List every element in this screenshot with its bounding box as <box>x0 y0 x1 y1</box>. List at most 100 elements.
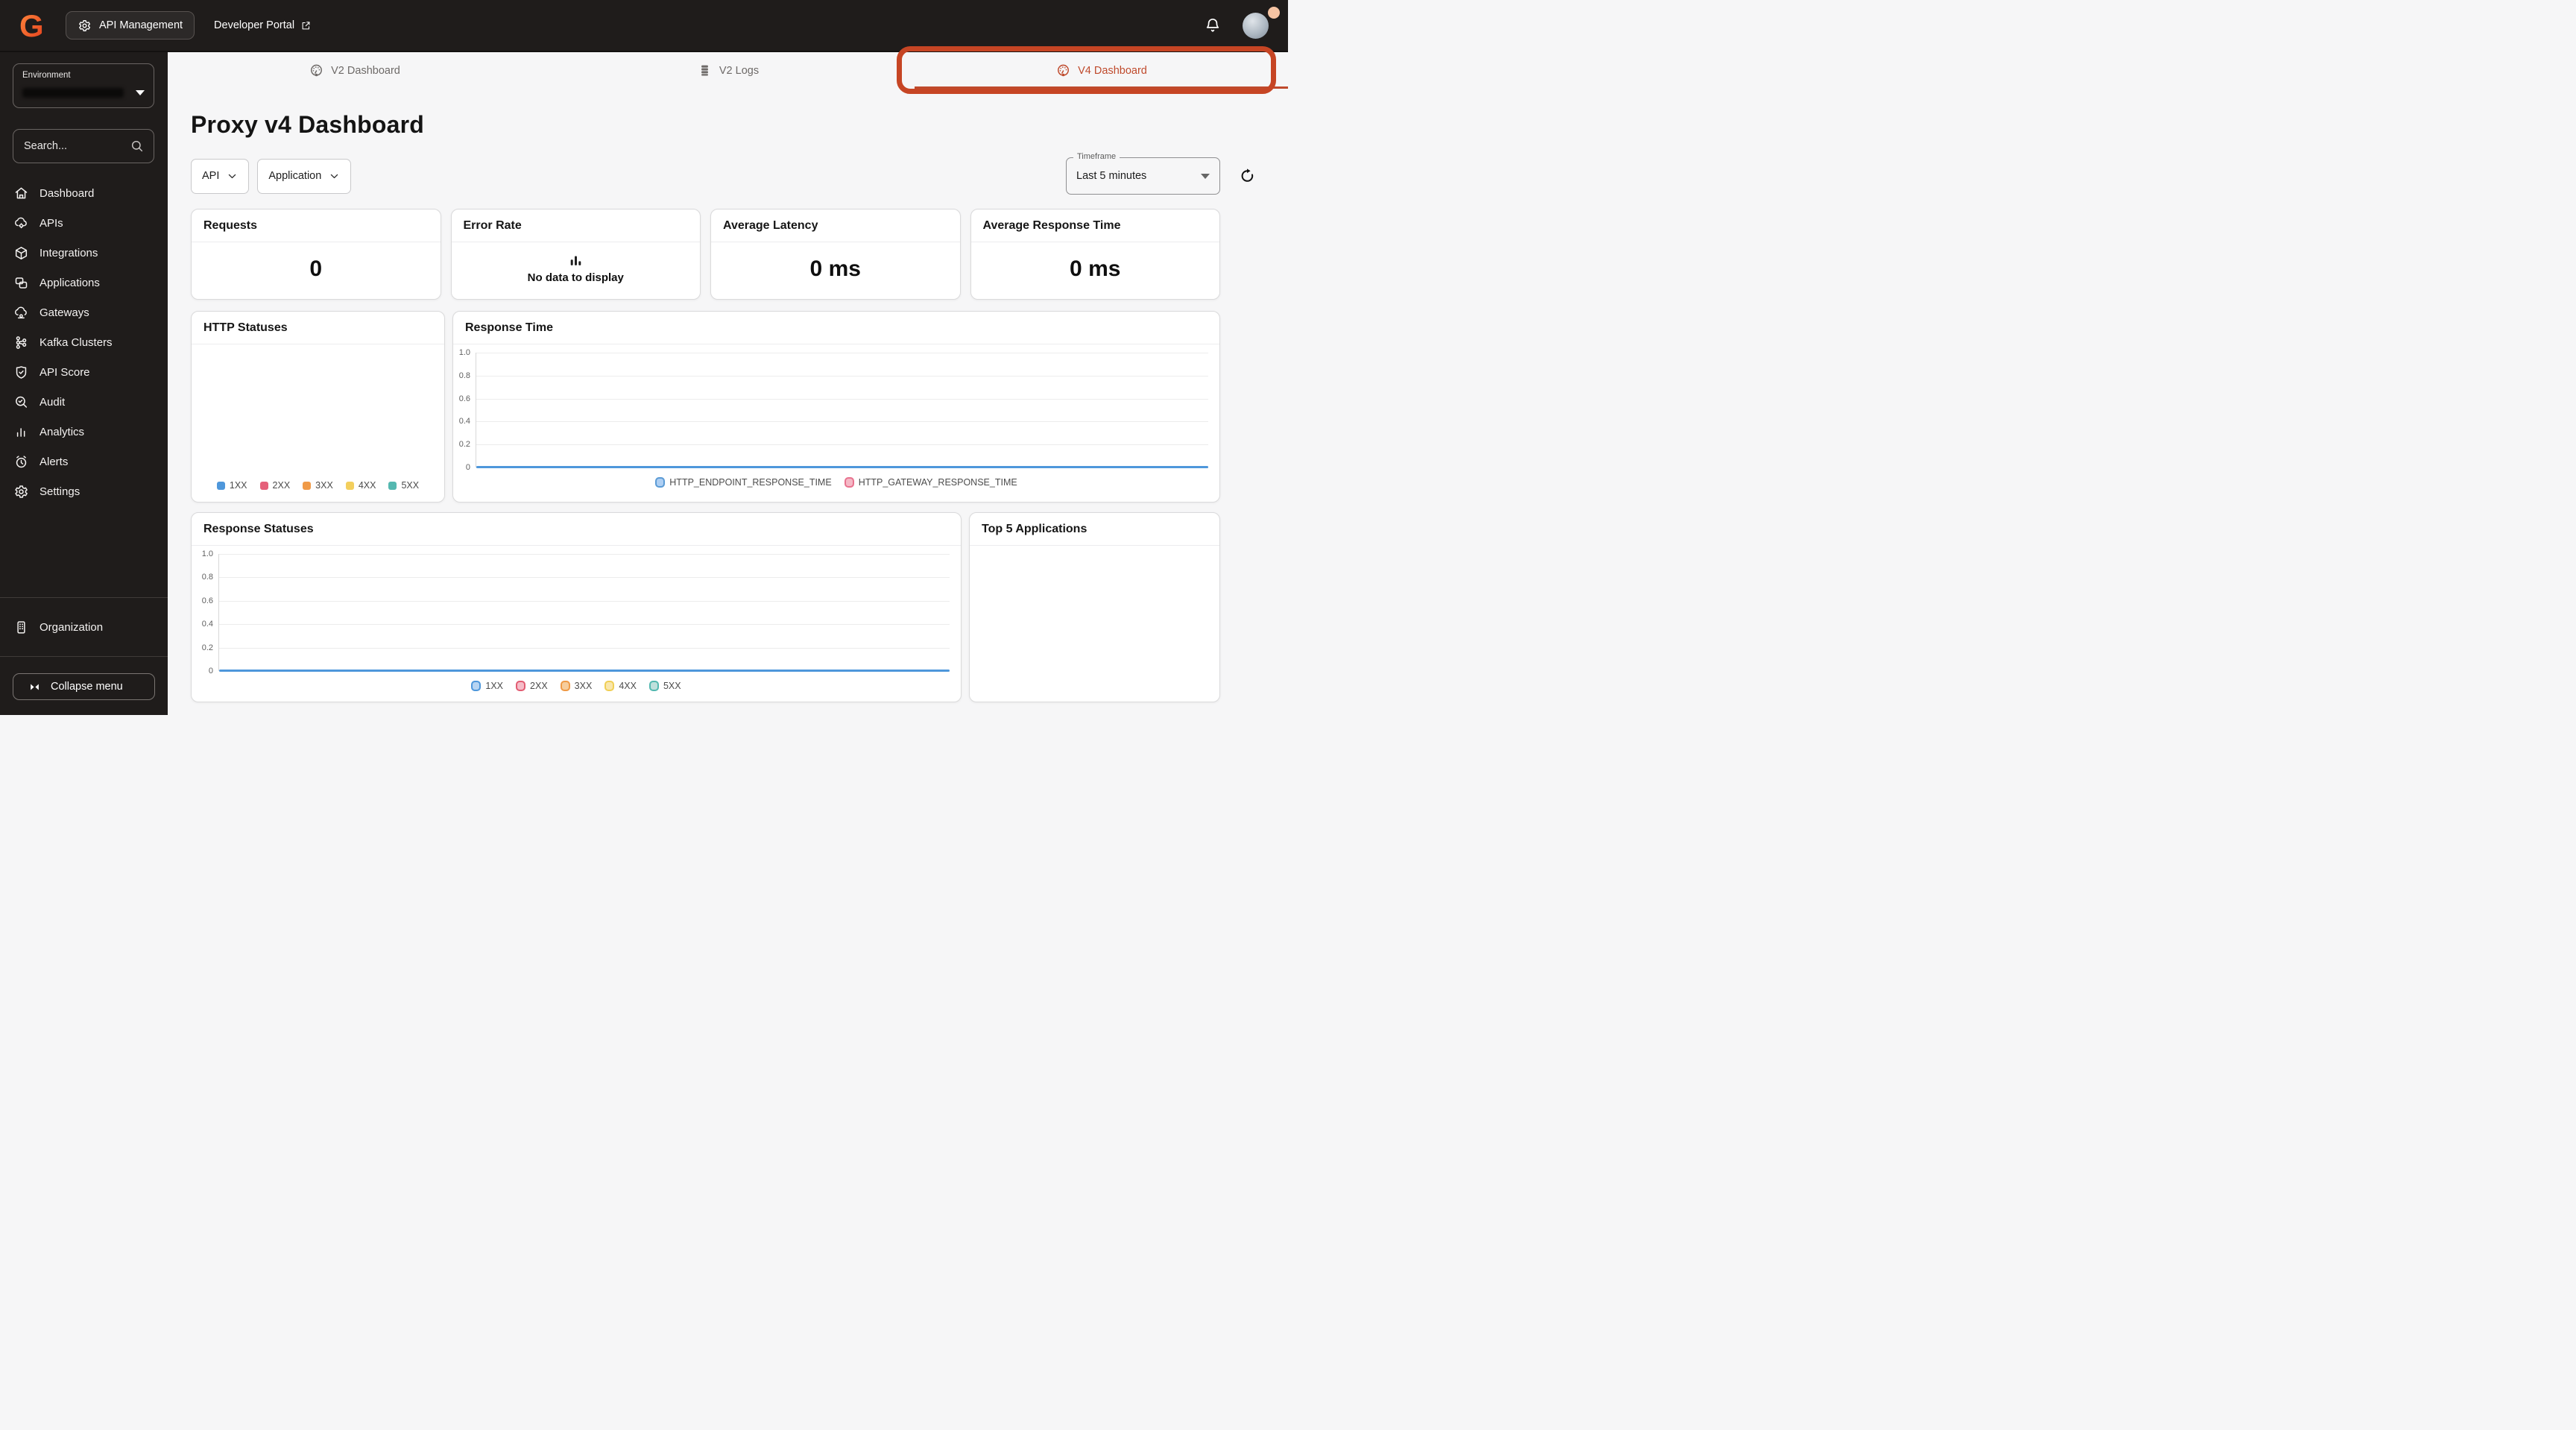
legend-swatch <box>648 681 659 691</box>
sidebar-item-label: Kafka Clusters <box>40 336 113 349</box>
api-management-button[interactable]: API Management <box>66 11 195 40</box>
environment-label: Environment <box>22 71 71 80</box>
sidebar-item-label: Audit <box>40 395 66 409</box>
sidebar-item-integrations[interactable]: Integrations <box>0 238 168 268</box>
http-statuses-card: HTTP Statuses 1XX 2XX 3XX 4XX 5XX <box>191 311 445 503</box>
collapse-menu-label: Collapse menu <box>51 681 123 693</box>
external-link-icon <box>300 20 312 31</box>
presence-dot <box>1268 6 1280 19</box>
legend-item-1xx[interactable]: 1XX <box>471 681 503 691</box>
response-statuses-legend: 1XX 2XX 3XX 4XX 5XX <box>192 681 961 691</box>
http-statuses-legend: 1XX 2XX 3XX 4XX 5XX <box>216 480 419 491</box>
sidebar-item-api-score[interactable]: API Score <box>0 357 168 387</box>
no-data-text: No data to display <box>527 271 624 284</box>
sidebar-item-settings[interactable]: Settings <box>0 476 168 506</box>
y-tick-label: 0 <box>465 463 470 472</box>
y-tick-label: 0.4 <box>458 417 470 426</box>
legend-label: 3XX <box>574 681 593 691</box>
plot-area <box>476 353 1208 468</box>
legend-item-http_endpoint_response_time[interactable]: HTTP_ENDPOINT_RESPONSE_TIME <box>655 477 832 488</box>
notifications-bell-icon[interactable] <box>1204 16 1222 34</box>
y-tick-label: 0.4 <box>201 620 213 629</box>
timeframe-select[interactable]: Timeframe Last 5 minutes <box>1066 152 1220 195</box>
legend-item-4xx[interactable]: 4XX <box>604 681 637 691</box>
legend-swatch <box>655 477 666 488</box>
legend-label: 4XX <box>619 681 637 691</box>
legend-swatch <box>303 481 312 490</box>
charts-row-1: HTTP Statuses 1XX 2XX 3XX 4XX 5XX Response T… <box>191 311 1220 503</box>
y-axis: 1.0 0.8 0.6 0.4 0.2 0 <box>456 348 476 472</box>
sidebar-item-label: Settings <box>40 485 80 498</box>
audit-icon <box>13 394 29 410</box>
cloud-node-icon <box>13 305 29 321</box>
legend-item-1xx[interactable]: 1XX <box>216 480 247 491</box>
developer-portal-link[interactable]: Developer Portal <box>214 19 312 31</box>
cloud-gear-icon <box>13 215 29 231</box>
sidebar-item-analytics[interactable]: Analytics <box>0 417 168 447</box>
legend-swatch <box>345 481 354 490</box>
environment-value-redacted <box>22 88 124 98</box>
legend-item-3xx[interactable]: 3XX <box>303 480 333 491</box>
tab-v4-dashboard[interactable]: V4 Dashboard <box>915 52 1288 89</box>
top-5-applications-card: Top 5 Applications <box>969 512 1220 702</box>
collapse-menu-button[interactable]: Collapse menu <box>13 673 155 700</box>
legend-item-5xx[interactable]: 5XX <box>648 681 681 691</box>
legend-item-4xx[interactable]: 4XX <box>345 480 376 491</box>
card-title: Average Response Time <box>970 210 1219 242</box>
gridline <box>476 421 1208 423</box>
y-tick-label: 0.6 <box>458 394 470 403</box>
error-rate-empty-state: No data to display <box>452 242 701 296</box>
tab-v2-logs[interactable]: V2 Logs <box>541 52 915 89</box>
series-line-zero <box>476 466 1208 468</box>
legend-item-5xx[interactable]: 5XX <box>388 480 419 491</box>
developer-portal-label: Developer Portal <box>214 19 295 31</box>
sidebar-item-gateways[interactable]: Gateways <box>0 297 168 327</box>
card-title: Error Rate <box>451 210 700 242</box>
legend-swatch <box>259 481 268 490</box>
average-latency-card: Average Latency 0 ms <box>710 209 961 300</box>
gridline <box>476 444 1208 446</box>
gravitee-logo[interactable]: G <box>19 8 49 42</box>
legend-label: 1XX <box>229 480 247 491</box>
legend-item-2xx[interactable]: 2XX <box>516 681 548 691</box>
refresh-icon[interactable] <box>1238 167 1256 185</box>
svg-text:G: G <box>19 8 44 42</box>
user-avatar[interactable] <box>1243 12 1269 39</box>
application-filter-dropdown[interactable]: Application <box>257 158 352 194</box>
api-filter-dropdown[interactable]: API <box>191 158 250 194</box>
series-line-zero <box>219 670 950 672</box>
legend-swatch <box>388 481 397 490</box>
response-statuses-chart: 1.0 0.8 0.6 0.4 0.2 0 <box>195 549 950 675</box>
gridline <box>476 375 1208 377</box>
legend-item-2xx[interactable]: 2XX <box>259 480 291 491</box>
sidebar-item-audit[interactable]: Audit <box>0 387 168 417</box>
legend-label: 5XX <box>401 480 420 491</box>
legend-label: 2XX <box>272 480 291 491</box>
dashboard-tabbar: V2 Dashboard V2 Logs V4 Dashboard <box>168 52 1288 89</box>
sidebar-item-applications[interactable]: Applications <box>0 268 168 297</box>
response-time-card: Response Time 1.0 0.8 0.6 0.4 0.2 0 HTTP_ENDP… <box>452 311 1220 503</box>
sidebar-item-label: APIs <box>40 216 63 230</box>
search-icon[interactable] <box>130 139 145 154</box>
collapse-icon <box>28 681 41 693</box>
environment-select[interactable]: Environment <box>13 63 154 108</box>
search-input[interactable] <box>22 139 127 153</box>
legend-item-3xx[interactable]: 3XX <box>560 681 593 691</box>
legend-label: HTTP_ENDPOINT_RESPONSE_TIME <box>669 477 832 488</box>
tab-label: V2 Logs <box>719 64 760 77</box>
gear-icon <box>13 484 29 500</box>
api-management-label: API Management <box>99 19 183 31</box>
y-tick-label: 0 <box>208 667 213 675</box>
application-filter-label: Application <box>268 170 322 182</box>
sidebar-item-apis[interactable]: APIs <box>0 208 168 238</box>
sidebar-item-organization[interactable]: Organization <box>0 612 168 642</box>
card-title: Response Time <box>453 312 1219 344</box>
legend-item-http_gateway_response_time[interactable]: HTTP_GATEWAY_RESPONSE_TIME <box>844 477 1017 488</box>
sidebar-item-dashboard[interactable]: Dashboard <box>0 178 168 208</box>
legend-swatch <box>516 681 526 691</box>
average-response-time-card: Average Response Time 0 ms <box>970 209 1220 300</box>
legend-label: 3XX <box>315 480 333 491</box>
tab-v2-dashboard[interactable]: V2 Dashboard <box>168 52 541 89</box>
sidebar-item-alerts[interactable]: Alerts <box>0 447 168 476</box>
sidebar-item-kafka-clusters[interactable]: Kafka Clusters <box>0 327 168 357</box>
